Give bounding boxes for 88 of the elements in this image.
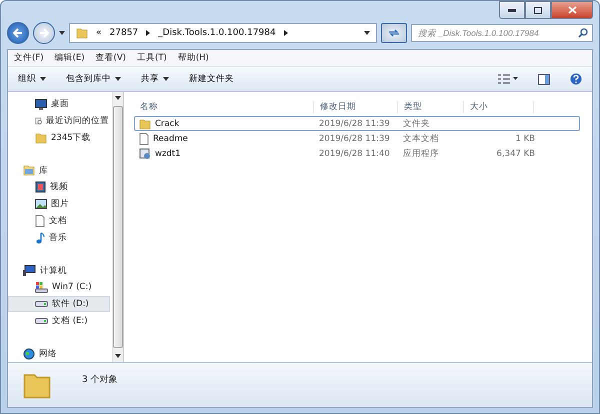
close-icon bbox=[568, 6, 576, 14]
drive-icon bbox=[35, 301, 48, 308]
file-name-cell: Readme bbox=[135, 132, 315, 144]
file-row[interactable]: Crack 2019/6/28 11:39 文件夹 bbox=[134, 116, 580, 131]
column-header[interactable]: 大小 bbox=[464, 101, 534, 113]
search-icon bbox=[578, 28, 588, 38]
type-cell-text: 文本文档 bbox=[402, 132, 440, 144]
caret-icon bbox=[163, 77, 169, 81]
column-header[interactable]: 类型 bbox=[398, 101, 464, 113]
music-note-icon bbox=[35, 232, 45, 244]
drive-icon bbox=[35, 318, 48, 324]
column-header[interactable]: 名称 bbox=[134, 101, 314, 113]
library-folder-icon bbox=[23, 165, 35, 176]
sidebar-item[interactable]: 最近访问的位置 bbox=[8, 112, 110, 130]
sidebar-item[interactable]: 网络 bbox=[8, 345, 110, 362]
application-icon bbox=[139, 148, 151, 160]
minimize-icon bbox=[508, 8, 516, 12]
menu-item[interactable]: 文件(F) bbox=[14, 52, 44, 64]
help-icon[interactable] bbox=[570, 73, 582, 85]
menu-item[interactable]: 帮助(H) bbox=[178, 52, 209, 64]
chevron-icon bbox=[146, 30, 150, 36]
globe-icon bbox=[23, 348, 35, 360]
breadcrumb[interactable]: « bbox=[96, 28, 102, 38]
item-count: 3 个对象 bbox=[82, 374, 118, 386]
maximize-button[interactable] bbox=[525, 1, 551, 19]
refresh-button[interactable] bbox=[381, 23, 407, 43]
maximize-icon bbox=[534, 6, 542, 14]
address-bar[interactable]: « 27857 _Disk.Tools.1.0.100.17984 bbox=[69, 23, 377, 43]
toolbar-button[interactable]: 新建文件夹 bbox=[189, 73, 234, 85]
right-arrow-icon bbox=[39, 28, 49, 38]
sidebar-item[interactable]: Win7 (C:) bbox=[8, 278, 110, 296]
toolbar-button[interactable]: 共享 bbox=[141, 73, 169, 85]
view-options-icon[interactable] bbox=[498, 74, 518, 84]
sidebar-item[interactable]: 文档 (E:) bbox=[8, 312, 110, 330]
toolbar-button[interactable]: 组织 bbox=[18, 73, 46, 85]
back-button[interactable] bbox=[7, 22, 29, 44]
folder-icon bbox=[139, 118, 151, 130]
date-cell-text: 2019/6/28 11:39 bbox=[318, 118, 391, 128]
file-name-cell: Crack bbox=[135, 118, 315, 130]
preview-pane-icon[interactable] bbox=[538, 74, 550, 84]
type-cell-text: 文件夹 bbox=[402, 118, 431, 130]
sidebar-item[interactable]: 视频 bbox=[8, 179, 110, 196]
sidebar-item[interactable]: 计算机 bbox=[8, 262, 110, 279]
sidebar-item[interactable]: 文档 bbox=[8, 212, 110, 230]
date-cell-text: 2019/6/28 11:39 bbox=[318, 134, 391, 144]
date-cell-text: 2019/6/28 11:40 bbox=[318, 148, 391, 158]
monitor-icon bbox=[35, 98, 47, 110]
menu-item[interactable]: 工具(T) bbox=[137, 52, 167, 64]
breadcrumb[interactable]: _Disk.Tools.1.0.100.17984 bbox=[158, 28, 276, 38]
size-cell-text: 1 KB bbox=[514, 134, 535, 144]
document-icon bbox=[35, 214, 45, 227]
caret-icon bbox=[115, 96, 121, 100]
picture-icon bbox=[35, 199, 47, 210]
caret-icon bbox=[115, 77, 121, 81]
sidebar-item[interactable]: 桌面 bbox=[8, 96, 110, 113]
caret-icon bbox=[115, 354, 121, 358]
toolbar-button[interactable]: 包含到库中 bbox=[66, 73, 121, 85]
caret-icon bbox=[40, 77, 46, 81]
file-row[interactable]: wzdt1 2019/6/28 11:40 应用程序 6,347 KB bbox=[134, 146, 580, 161]
menu-item[interactable]: 查看(V) bbox=[96, 52, 126, 64]
sidebar-item[interactable]: 2345下载 bbox=[8, 130, 110, 146]
sidebar-item[interactable]: 音乐 bbox=[8, 229, 110, 246]
sidebar-item[interactable]: 图片 bbox=[8, 196, 110, 213]
left-arrow-icon bbox=[13, 28, 23, 38]
minimize-button[interactable] bbox=[499, 1, 525, 19]
folder-icon bbox=[76, 27, 88, 39]
close-button[interactable] bbox=[551, 1, 593, 19]
size-cell-text: 6,347 KB bbox=[496, 148, 535, 158]
type-cell-text: 应用程序 bbox=[402, 148, 440, 160]
windows-drive-icon bbox=[35, 281, 48, 294]
computer-icon bbox=[23, 265, 36, 276]
scrollbar[interactable] bbox=[112, 92, 124, 362]
caret-icon bbox=[59, 31, 65, 35]
refresh-icon bbox=[388, 28, 400, 38]
document-icon bbox=[139, 132, 149, 144]
breadcrumb[interactable]: 27857 bbox=[110, 28, 138, 38]
forward-button[interactable] bbox=[33, 22, 55, 44]
sidebar-item[interactable]: 软件 (D:) bbox=[8, 296, 110, 312]
search-field[interactable]: 搜索 _Disk.Tools.1.0.100.17984 bbox=[411, 24, 593, 42]
chevron-icon bbox=[284, 30, 288, 36]
file-row[interactable]: Readme 2019/6/28 11:39 文本文档 1 KB bbox=[134, 131, 580, 146]
sidebar-item[interactable]: 库 bbox=[8, 162, 110, 180]
caret-icon bbox=[364, 31, 370, 35]
film-icon bbox=[35, 181, 46, 194]
column-header[interactable]: 修改日期 bbox=[314, 101, 398, 113]
folder-icon bbox=[35, 132, 47, 144]
menu-item[interactable]: 编辑(E) bbox=[54, 52, 85, 64]
file-name-cell: wzdt1 bbox=[135, 148, 315, 160]
